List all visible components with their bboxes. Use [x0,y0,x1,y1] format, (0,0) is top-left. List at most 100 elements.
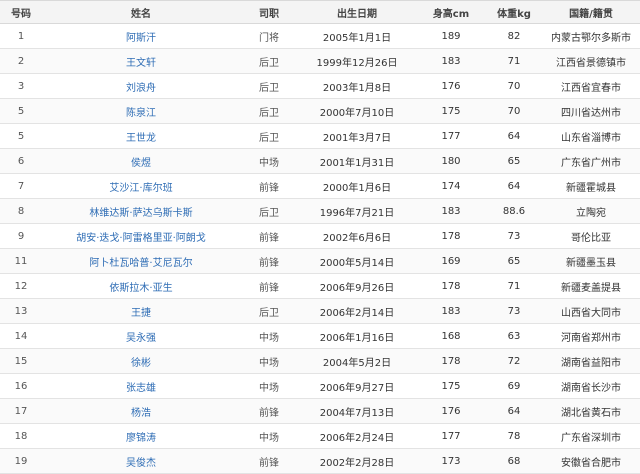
table-row: 6 侯煜 中场 2001年1月31日 180 65 广东省广州市 [0,148,640,174]
cell-name[interactable]: 王文轩 [42,48,240,74]
table-row: 1 阿斯汗 门将 2005年1月1日 189 82 内蒙古鄂尔多斯市 [0,23,640,49]
header-name: 姓名 [42,0,240,24]
cell-position: 前锋 [240,248,298,274]
cell-weight: 65 [486,248,542,274]
cell-birthdate: 2006年2月24日 [298,423,416,449]
cell-height: 180 [416,148,486,174]
cell-weight: 73 [486,298,542,324]
table-row: 2 王文轩 后卫 1999年12月26日 183 71 江西省景德镇市 [0,48,640,74]
cell-position: 前锋 [240,448,298,474]
header-number: 号码 [0,0,42,24]
cell-number: 11 [0,248,42,274]
cell-weight: 69 [486,373,542,399]
header-origin: 国籍/籍贯 [542,0,640,24]
cell-position: 后卫 [240,298,298,324]
cell-name[interactable]: 胡安·迭戈·阿雷格里亚·阿朗戈 [42,223,240,249]
cell-birthdate: 2002年2月28日 [298,448,416,474]
cell-weight: 71 [486,48,542,74]
cell-number: 5 [0,123,42,149]
cell-name[interactable]: 徐彬 [42,348,240,374]
header-weight: 体重kg [486,0,542,24]
cell-height: 178 [416,348,486,374]
cell-number: 18 [0,423,42,449]
cell-height: 168 [416,323,486,349]
cell-height: 173 [416,448,486,474]
cell-height: 174 [416,173,486,199]
cell-birthdate: 1996年7月21日 [298,198,416,224]
cell-position: 中场 [240,148,298,174]
cell-height: 178 [416,273,486,299]
cell-position: 中场 [240,348,298,374]
table-row: 12 依斯拉木·亚生 前锋 2006年9月26日 178 71 新疆麦盖提县 [0,273,640,299]
cell-birthdate: 1999年12月26日 [298,48,416,74]
cell-origin: 湖南省益阳市 [542,348,640,374]
header-row: 号码 姓名 司职 出生日期 身高cm 体重kg 国籍/籍贯 [0,0,640,24]
cell-birthdate: 2004年7月13日 [298,398,416,424]
cell-origin: 广东省深圳市 [542,423,640,449]
cell-name[interactable]: 艾沙江·库尔班 [42,173,240,199]
cell-name[interactable]: 王捷 [42,298,240,324]
cell-birthdate: 2006年1月16日 [298,323,416,349]
table-row: 11 阿卜杜瓦哈普·艾尼瓦尔 前锋 2000年5月14日 169 65 新疆墨玉县 [0,248,640,274]
header-height: 身高cm [416,0,486,24]
cell-position: 后卫 [240,73,298,99]
table-row: 9 胡安·迭戈·阿雷格里亚·阿朗戈 前锋 2002年6月6日 178 73 哥伦比亚 [0,223,640,249]
cell-position: 后卫 [240,98,298,124]
cell-number: 3 [0,73,42,99]
table-row: 3 刘浪舟 后卫 2003年1月8日 176 70 江西省宜春市 [0,73,640,99]
cell-name[interactable]: 张志雄 [42,373,240,399]
cell-origin: 广东省广州市 [542,148,640,174]
cell-name[interactable]: 吴俊杰 [42,448,240,474]
table-row: 14 吴永强 中场 2006年1月16日 168 63 河南省郑州市 [0,323,640,349]
cell-height: 177 [416,123,486,149]
cell-origin: 河南省郑州市 [542,323,640,349]
cell-number: 14 [0,323,42,349]
cell-position: 中场 [240,423,298,449]
cell-origin: 湖南省长沙市 [542,373,640,399]
cell-origin: 新疆麦盖提县 [542,273,640,299]
cell-name[interactable]: 阿卜杜瓦哈普·艾尼瓦尔 [42,248,240,274]
player-roster-table: 号码 姓名 司职 出生日期 身高cm 体重kg 国籍/籍贯 1 阿斯汗 门将 2005… [0,0,640,474]
cell-birthdate: 2000年7月10日 [298,98,416,124]
cell-birthdate: 2003年1月8日 [298,73,416,99]
cell-name[interactable]: 阿斯汗 [42,23,240,49]
cell-name[interactable]: 杨浩 [42,398,240,424]
cell-birthdate: 2006年9月26日 [298,273,416,299]
cell-position: 后卫 [240,123,298,149]
cell-number: 6 [0,148,42,174]
cell-number: 2 [0,48,42,74]
cell-position: 前锋 [240,173,298,199]
cell-number: 16 [0,373,42,399]
cell-name[interactable]: 廖锦涛 [42,423,240,449]
cell-birthdate: 2006年2月14日 [298,298,416,324]
cell-height: 175 [416,373,486,399]
cell-birthdate: 2005年1月1日 [298,23,416,49]
cell-weight: 63 [486,323,542,349]
cell-origin: 四川省达州市 [542,98,640,124]
cell-position: 前锋 [240,273,298,299]
header-position: 司职 [240,0,298,24]
table-row: 8 林维达斯·萨达乌斯卡斯 后卫 1996年7月21日 183 88.6 立陶宛 [0,198,640,224]
cell-origin: 哥伦比亚 [542,223,640,249]
cell-name[interactable]: 刘浪舟 [42,73,240,99]
cell-origin: 山西省大同市 [542,298,640,324]
cell-origin: 新疆墨玉县 [542,248,640,274]
cell-height: 169 [416,248,486,274]
cell-name[interactable]: 林维达斯·萨达乌斯卡斯 [42,198,240,224]
cell-name[interactable]: 侯煜 [42,148,240,174]
cell-weight: 64 [486,173,542,199]
cell-origin: 新疆霍城县 [542,173,640,199]
cell-birthdate: 2001年3月7日 [298,123,416,149]
cell-weight: 72 [486,348,542,374]
cell-name[interactable]: 王世龙 [42,123,240,149]
cell-birthdate: 2000年5月14日 [298,248,416,274]
cell-weight: 64 [486,398,542,424]
cell-origin: 安徽省合肥市 [542,448,640,474]
cell-number: 17 [0,398,42,424]
cell-number: 1 [0,23,42,49]
cell-name[interactable]: 陈泉江 [42,98,240,124]
cell-name[interactable]: 依斯拉木·亚生 [42,273,240,299]
cell-weight: 70 [486,73,542,99]
cell-name[interactable]: 吴永强 [42,323,240,349]
cell-number: 7 [0,173,42,199]
